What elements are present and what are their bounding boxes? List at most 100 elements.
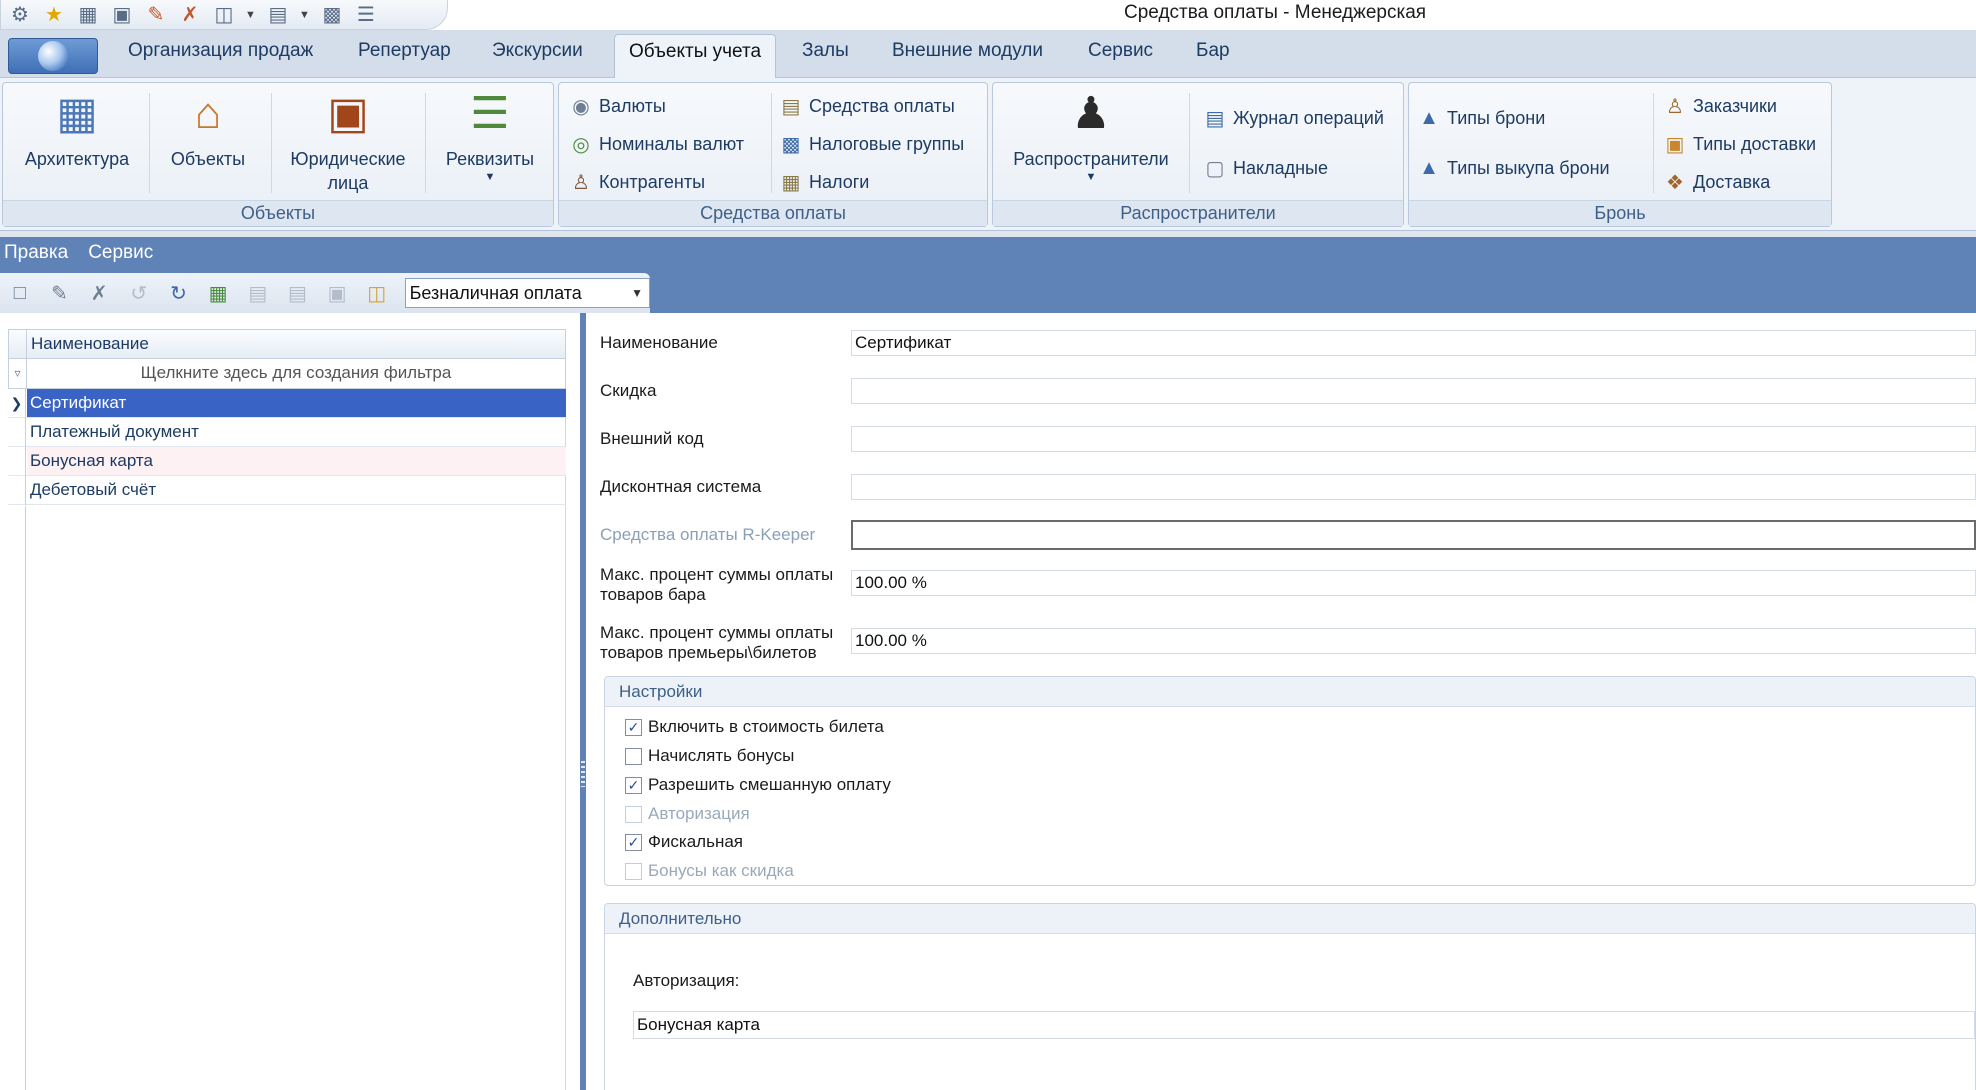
tax-groups-button[interactable]: ▩ Налоговые группы bbox=[779, 129, 965, 159]
objects-button[interactable]: ⌂ Объекты bbox=[155, 89, 261, 171]
table-row[interactable]: ❯ Сертификат bbox=[8, 389, 566, 418]
fiscal-checkbox[interactable]: ✓ Фискальная bbox=[625, 830, 743, 854]
application-button[interactable] bbox=[8, 38, 98, 74]
edit-icon[interactable]: ✎ bbox=[44, 278, 76, 308]
additional-header[interactable]: Дополнительно bbox=[605, 904, 1975, 934]
excel-export-icon[interactable]: ▦ bbox=[202, 278, 234, 308]
external-code-field[interactable] bbox=[851, 426, 1976, 452]
taxes-button[interactable]: ▦ Налоги bbox=[779, 167, 870, 197]
tab-excursions[interactable]: Экскурсии bbox=[492, 40, 583, 62]
delete-record-icon[interactable]: ✗ bbox=[83, 278, 115, 308]
app-logo-icon[interactable]: ⚙ bbox=[7, 3, 33, 27]
ribbon-group-booking: ▲ Типы брони ▲ Типы выкупа брони ♙ Заказ… bbox=[1408, 82, 1832, 227]
table-row[interactable]: Дебетовый счёт bbox=[8, 476, 566, 505]
checkbox-checked-icon[interactable]: ✓ bbox=[625, 718, 642, 736]
authorization-field[interactable]: Бонусная карта bbox=[633, 1011, 1975, 1039]
filter-hint[interactable]: Щелкните здесь для создания фильтра bbox=[27, 363, 565, 383]
folder-icon[interactable]: ◫ bbox=[211, 3, 237, 27]
operations-journal-button[interactable]: ▤ Журнал операций bbox=[1203, 103, 1384, 133]
menu-edit[interactable]: Правка bbox=[4, 242, 68, 264]
payment-means-button[interactable]: ▤ Средства оплаты bbox=[779, 91, 955, 121]
move-up-icon[interactable]: ▤ bbox=[242, 278, 274, 308]
payment-type-combo[interactable]: Безналичная оплата ▼ bbox=[404, 278, 650, 308]
max-bar-percent-field[interactable]: 100.00 % bbox=[851, 570, 1976, 596]
trash-icon[interactable]: ▣ bbox=[321, 278, 353, 308]
booking-types-button[interactable]: ▲ Типы брони bbox=[1417, 103, 1545, 133]
distributors-label: Распространители bbox=[1013, 149, 1169, 169]
include-in-ticket-price-checkbox[interactable]: ✓ Включить в стоимость билета bbox=[625, 715, 884, 739]
chevron-down-icon[interactable]: ▼ bbox=[631, 279, 643, 307]
splitter-grip[interactable] bbox=[581, 761, 585, 787]
move-down-icon[interactable]: ▤ bbox=[282, 278, 314, 308]
architecture-icon: ▦ bbox=[56, 89, 98, 138]
chevron-down-icon[interactable]: ▼ bbox=[245, 9, 257, 21]
list-icon[interactable]: ☰ bbox=[353, 3, 379, 27]
max-premiere-percent-field[interactable]: 100.00 % bbox=[851, 628, 1976, 654]
distributors-button[interactable]: ♟ Распространители ▼ bbox=[1001, 89, 1181, 183]
additional-section: Дополнительно Авторизация: Бонусная карт… bbox=[604, 903, 1976, 1090]
refresh-icon[interactable]: ↻ bbox=[163, 278, 195, 308]
checkbox-checked-icon[interactable]: ✓ bbox=[625, 776, 642, 794]
journal-icon: ▤ bbox=[1205, 107, 1225, 130]
column-header-name[interactable]: Наименование bbox=[31, 334, 149, 354]
filter-icon: ▿ bbox=[9, 359, 27, 388]
currencies-button[interactable]: ◉ Валюты bbox=[569, 91, 666, 121]
tab-halls[interactable]: Залы bbox=[802, 40, 849, 62]
currency-denominations-button[interactable]: ◎ Номиналы валют bbox=[569, 129, 744, 159]
app-orb-icon bbox=[38, 41, 68, 71]
chevron-down-icon[interactable]: ▼ bbox=[299, 9, 311, 21]
redemption-types-icon: ▲ bbox=[1419, 156, 1439, 179]
table-row[interactable]: Бонусная карта bbox=[8, 447, 566, 476]
document-icon[interactable]: ▤ bbox=[265, 3, 291, 27]
calendar-icon[interactable]: ▦ bbox=[75, 3, 101, 27]
delivery-button[interactable]: ❖ Доставка bbox=[1663, 167, 1770, 197]
discount-field[interactable] bbox=[851, 378, 1976, 404]
authorization-checkbox: Авторизация bbox=[625, 802, 750, 826]
building-icon[interactable]: ▣ bbox=[109, 3, 135, 27]
max-premiere-label: Макс. процент суммы оплаты товаров премь… bbox=[600, 623, 833, 663]
tab-accounting-objects[interactable]: Объекты учета bbox=[614, 34, 777, 78]
table-row[interactable]: Платежный документ bbox=[8, 418, 566, 447]
star-icon[interactable]: ★ bbox=[41, 3, 67, 27]
grid-header[interactable]: Наименование bbox=[8, 329, 566, 359]
folder-icon[interactable]: ◫ bbox=[361, 278, 393, 308]
checkbox-unchecked-icon[interactable] bbox=[625, 747, 642, 765]
booking-redemption-types-button[interactable]: ▲ Типы выкупа брони bbox=[1417, 153, 1610, 183]
delivery-types-button[interactable]: ▣ Типы доставки bbox=[1663, 129, 1816, 159]
customers-button[interactable]: ♙ Заказчики bbox=[1663, 91, 1777, 121]
rkeeper-field[interactable] bbox=[851, 520, 1976, 550]
tab-repertoire[interactable]: Репертуар bbox=[358, 40, 451, 62]
quick-access-toolbar: ⚙ ★ ▦ ▣ ✎ ✗ ◫ ▼ ▤ ▼ ▩ ☰ bbox=[0, 0, 448, 30]
accrue-bonuses-checkbox[interactable]: Начислять бонусы bbox=[625, 744, 794, 768]
tab-sales-organization[interactable]: Организация продаж bbox=[128, 40, 313, 62]
objects-label: Объекты bbox=[170, 149, 246, 169]
monitor-icon[interactable]: ▩ bbox=[319, 3, 345, 27]
allow-mixed-payment-checkbox[interactable]: ✓ Разрешить смешанную оплату bbox=[625, 773, 891, 797]
tab-external-modules[interactable]: Внешние модули bbox=[892, 40, 1043, 62]
name-label: Наименование bbox=[600, 333, 718, 352]
tab-service[interactable]: Сервис bbox=[1088, 40, 1153, 62]
checkbox-unchecked-icon bbox=[625, 862, 642, 880]
legal-entities-button[interactable]: ▣ Юридические лица bbox=[277, 89, 419, 195]
denominations-icon: ◎ bbox=[572, 133, 590, 156]
new-document-icon[interactable]: □ bbox=[4, 278, 36, 308]
architecture-button[interactable]: ▦ Архитектура bbox=[15, 89, 139, 171]
distributor-person-icon: ♟ bbox=[1071, 89, 1111, 138]
menu-service[interactable]: Сервис bbox=[88, 242, 153, 264]
counterparties-button[interactable]: ♙ Контрагенты bbox=[569, 167, 705, 197]
settings-header[interactable]: Настройки bbox=[605, 677, 1975, 707]
window-title: Средства оплаты - Менеджерская bbox=[1124, 2, 1427, 23]
pencil-icon[interactable]: ✎ bbox=[143, 3, 169, 27]
requisites-button[interactable]: ☰ Реквизиты ▼ bbox=[431, 89, 549, 183]
filter-row[interactable]: ▿ Щелкните здесь для создания фильтра bbox=[8, 359, 566, 389]
clear-icon[interactable]: ✗ bbox=[177, 3, 203, 27]
pane-splitter[interactable] bbox=[580, 313, 586, 1090]
name-field[interactable]: Сертификат bbox=[851, 330, 1976, 356]
discount-system-field[interactable] bbox=[851, 474, 1976, 500]
invoices-button[interactable]: ▢ Накладные bbox=[1203, 153, 1328, 183]
checkbox-checked-icon[interactable]: ✓ bbox=[625, 833, 642, 851]
ribbon-group-payment: ◉ Валюты ◎ Номиналы валют ♙ Контрагенты … bbox=[558, 82, 988, 227]
chevron-down-icon: ▼ bbox=[484, 171, 496, 183]
tab-bar[interactable]: Бар bbox=[1196, 40, 1230, 62]
undo-icon[interactable]: ↺ bbox=[123, 278, 155, 308]
